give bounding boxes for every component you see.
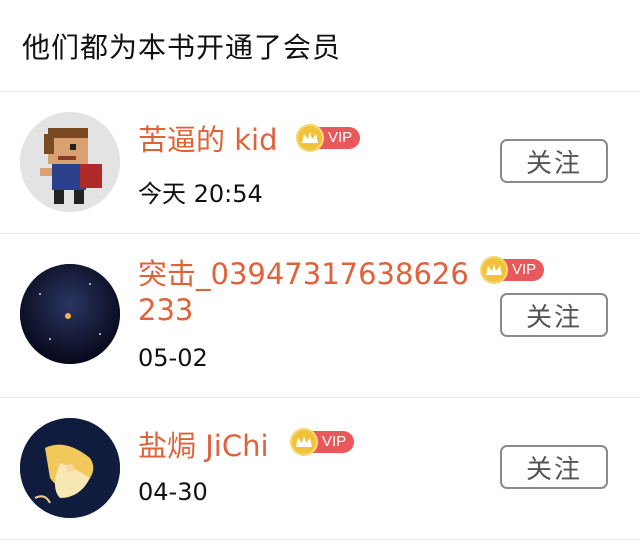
- avatar[interactable]: [20, 264, 120, 364]
- follow-button[interactable]: 关注: [500, 139, 608, 183]
- member-row[interactable]: 苦逼的 kid VIP 今天 20:54 关注: [0, 92, 640, 234]
- page-header: 他们都为本书开通了会员: [0, 0, 640, 92]
- follow-button[interactable]: 关注: [500, 293, 608, 337]
- member-name[interactable]: 苦逼的 kid: [138, 122, 277, 158]
- member-time: 05-02: [138, 344, 208, 372]
- vip-badge: VIP: [480, 256, 545, 284]
- vip-badge: VIP: [296, 124, 361, 152]
- crown-icon: [290, 428, 318, 456]
- night-sky-avatar-icon: [20, 264, 120, 364]
- vip-badge: VIP: [290, 428, 355, 456]
- member-time: 04-30: [138, 478, 208, 506]
- pixel-hero-avatar-icon: [20, 112, 120, 212]
- follow-button[interactable]: 关注: [500, 445, 608, 489]
- member-row[interactable]: 突击_03947317638626233 VIP 05-02 关注: [0, 234, 640, 398]
- member-time: 今天 20:54: [138, 180, 263, 208]
- member-name[interactable]: 突击_03947317638626233: [138, 256, 478, 328]
- avatar[interactable]: [20, 112, 120, 212]
- avatar[interactable]: [20, 418, 120, 518]
- member-name[interactable]: 盐焗 JiChi: [138, 428, 269, 464]
- anime-girl-avatar-icon: [20, 418, 120, 518]
- crown-icon: [480, 256, 508, 284]
- header-title: 他们都为本书开通了会员: [22, 30, 342, 64]
- crown-icon: [296, 124, 324, 152]
- member-row[interactable]: 盐焗 JiChi VIP 04-30 关注: [0, 398, 640, 540]
